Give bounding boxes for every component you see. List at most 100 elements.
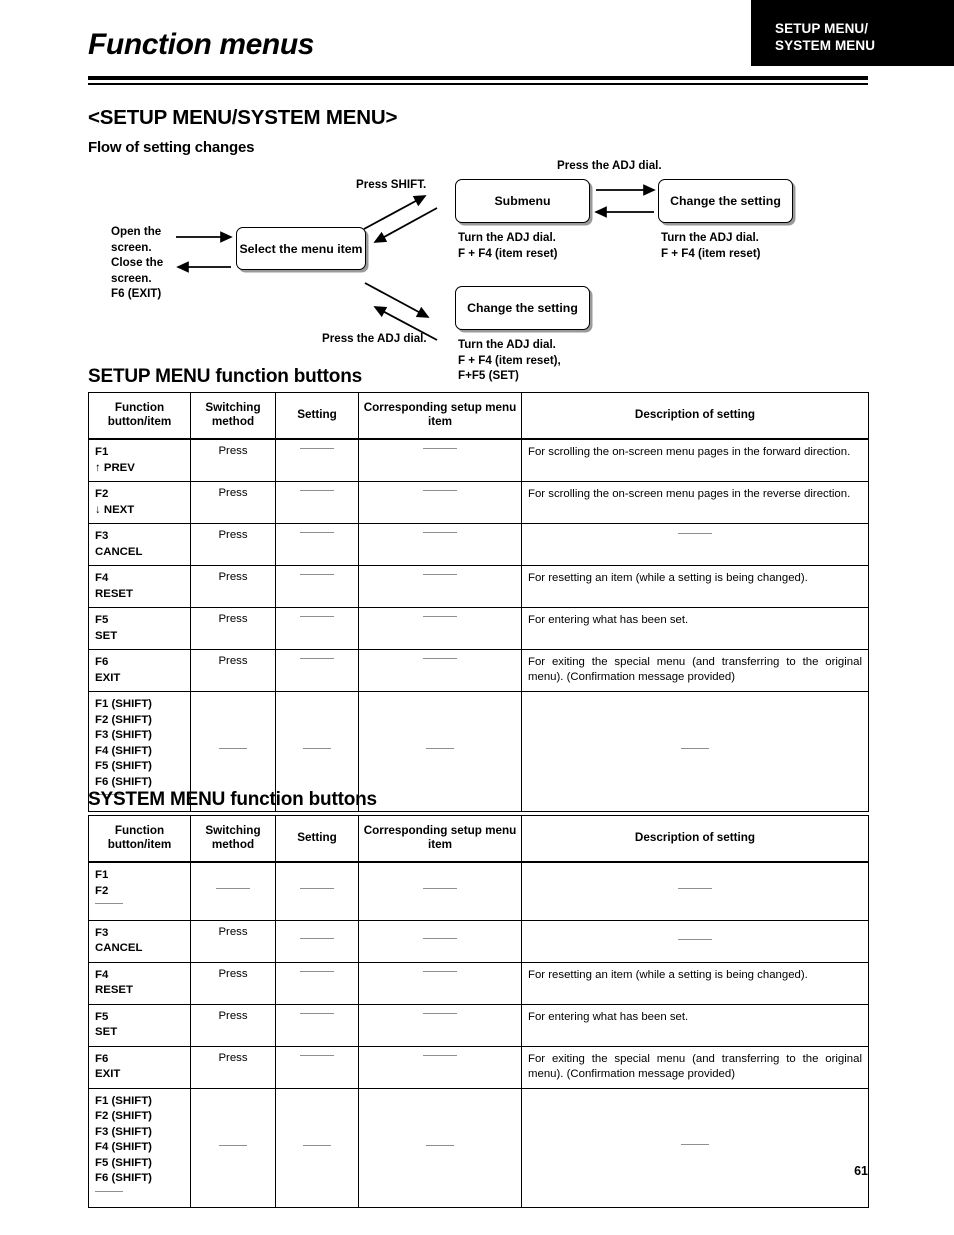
dash-placeholder-icon: [423, 1054, 457, 1057]
cell-description: [521, 1087, 869, 1208]
page-number: 61: [854, 1164, 868, 1178]
dash-placeholder-icon: [219, 748, 247, 750]
cell-setting: [275, 1045, 359, 1089]
cell-description: For entering what has been set.: [521, 1003, 869, 1047]
table-row: F5 SET Press For entering what has been …: [88, 1003, 869, 1047]
cell-setting: [275, 649, 359, 692]
cell-description: [521, 691, 869, 812]
col-header-setting: Setting: [275, 815, 359, 863]
cell-corresponding-item: [358, 1087, 522, 1208]
table-row: F4 RESET Press For resetting an item (wh…: [88, 565, 869, 608]
cell-function-button: F3 CANCEL: [88, 523, 191, 566]
system-menu-function-buttons-table: Function button/item Switching method Se…: [88, 815, 869, 1208]
cell-function-button: F6 EXIT: [88, 649, 191, 692]
flow-label-open-screen: Open the screen.: [111, 225, 162, 254]
cell-corresponding-item: [358, 607, 522, 650]
cell-switching-method: [190, 1087, 276, 1208]
section-tab-badge: SETUP MENU/ SYSTEM MENU: [751, 0, 954, 66]
flow-note-change-top: Turn the ADJ dial. F + F4 (item reset): [661, 231, 761, 260]
dash-placeholder-icon: [681, 747, 709, 750]
cell-description: For scrolling the on-screen menu pages i…: [521, 481, 869, 524]
flow-note-change-lower: Turn the ADJ dial. F + F4 (item reset), …: [458, 338, 561, 382]
cell-description: [521, 919, 869, 963]
cell-setting: [275, 607, 359, 650]
cell-function-button: F3 CANCEL: [88, 919, 191, 963]
col-header-corresponding-setup-menu-item: Corresponding setup menu item: [358, 815, 522, 863]
cell-setting: [275, 1003, 359, 1047]
table-row: F2 ↓ NEXT Press For scrolling the on-scr…: [88, 481, 869, 524]
cell-switching-method: [190, 861, 276, 921]
dash-placeholder-icon: [423, 658, 457, 660]
cell-corresponding-item: [358, 523, 522, 566]
table-header-row: Function button/item Switching method Se…: [88, 392, 869, 440]
dash-placeholder-icon: [300, 532, 334, 534]
cell-function-button: F4 RESET: [88, 565, 191, 608]
dash-placeholder-icon: [423, 448, 457, 450]
flow-box-change-the-setting-lower: Change the setting: [455, 286, 590, 330]
dash-placeholder-icon: [300, 888, 334, 890]
cell-corresponding-item: [358, 565, 522, 608]
cell-corresponding-item: [358, 1045, 522, 1089]
dash-placeholder-icon: [303, 748, 331, 750]
col-header-corresponding-setup-menu-item: Corresponding setup menu item: [358, 392, 522, 440]
dash-placeholder-icon: [681, 1144, 709, 1146]
cell-setting: [275, 523, 359, 566]
col-header-description-of-setting: Description of setting: [521, 815, 869, 863]
table-row: F4 RESET Press For resetting an item (wh…: [88, 961, 869, 1005]
dash-placeholder-icon: [300, 616, 334, 618]
cell-corresponding-item: [358, 961, 522, 1005]
dash-placeholder-icon: [423, 532, 457, 534]
section-tab-line-2: SYSTEM MENU: [775, 38, 876, 53]
flow-box-submenu: Submenu: [455, 179, 590, 223]
cell-corresponding-item: [358, 481, 522, 524]
flow-label-press-shift: Press SHIFT.: [356, 178, 427, 191]
dash-placeholder-icon: [678, 887, 712, 890]
dash-placeholder-icon: [423, 490, 457, 492]
dash-placeholder-icon: [300, 970, 334, 973]
dash-placeholder-icon: [300, 937, 334, 940]
dash-placeholder-icon: [423, 937, 457, 940]
flow-box-select-menu-item: Select the menu item: [236, 227, 366, 270]
dash-placeholder-icon: [300, 658, 334, 660]
table-header-row: Function button/item Switching method Se…: [88, 815, 869, 863]
cell-switching-method: Press: [190, 438, 276, 482]
flow-diagram: Open the screen. Close the screen. F6 (E…: [88, 150, 868, 382]
cell-function-button: F2 ↓ NEXT: [88, 481, 191, 524]
dash-placeholder-icon: [678, 938, 712, 941]
cell-description: For scrolling the on-screen menu pages i…: [521, 438, 869, 482]
dash-placeholder-icon: [423, 970, 457, 973]
heading-setup-menu-function-buttons: SETUP MENU function buttons: [88, 366, 362, 388]
dash-placeholder-icon: [423, 1012, 457, 1015]
cell-switching-method: Press: [190, 1003, 276, 1047]
cell-description: For resetting an item (while a setting i…: [521, 961, 869, 1005]
cell-switching-method: Press: [190, 481, 276, 524]
cell-corresponding-item: [358, 691, 522, 812]
dash-placeholder-icon: [300, 574, 334, 576]
dash-placeholder-icon: [95, 903, 123, 905]
table-row: F5 SET Press For entering what has been …: [88, 607, 869, 650]
cell-function-button: F5 SET: [88, 607, 191, 650]
dash-placeholder-icon: [678, 533, 712, 535]
header-rule-thick: [88, 76, 868, 80]
flow-label-press-adj-dial-lower: Press the ADJ dial.: [322, 332, 427, 345]
cell-function-button: F5 SET: [88, 1003, 191, 1047]
col-header-function-button-item: Function button/item: [88, 815, 191, 863]
cell-corresponding-item: [358, 649, 522, 692]
cell-corresponding-item: [358, 861, 522, 921]
table-row-shift: F1 (SHIFT) F2 (SHIFT) F3 (SHIFT) F4 (SHI…: [88, 1087, 869, 1208]
cell-switching-method: Press: [190, 565, 276, 608]
table-row: F1 F2: [88, 861, 869, 921]
table-row: F3 CANCEL Press: [88, 919, 869, 963]
dash-placeholder-icon: [423, 616, 457, 618]
dash-placeholder-icon: [95, 1190, 123, 1193]
heading-system-rest: function buttons: [225, 789, 377, 810]
col-header-setting: Setting: [275, 392, 359, 440]
dash-placeholder-icon: [300, 490, 334, 492]
flow-note-submenu: Turn the ADJ dial. F + F4 (item reset): [458, 231, 558, 260]
col-header-switching-method: Switching method: [190, 815, 276, 863]
cell-switching-method: Press: [190, 523, 276, 566]
dash-placeholder-icon: [300, 448, 334, 450]
cell-setting: [275, 1087, 359, 1208]
cell-switching-method: Press: [190, 607, 276, 650]
dash-placeholder-icon: [303, 1144, 331, 1147]
